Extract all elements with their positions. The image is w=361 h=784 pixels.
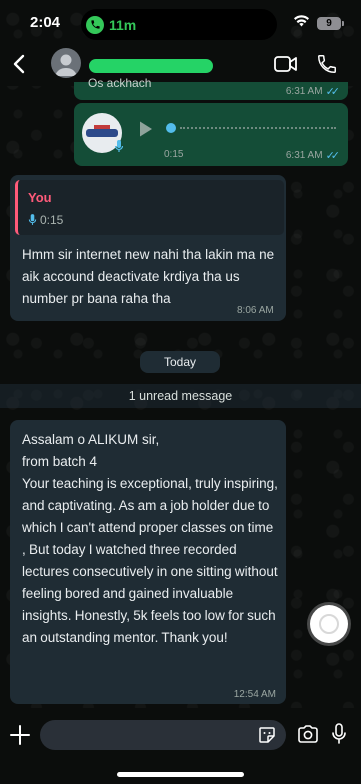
message-time: 6:31 AM (285, 86, 323, 97)
call-duration: 11m (109, 16, 137, 33)
outgoing-message[interactable]: Os ackhach 6:31 AM ✓✓ (74, 76, 348, 100)
voice-message[interactable]: 0:15 6:31 AM ✓✓ (74, 103, 348, 166)
unread-banner-label: 1 unread message (128, 389, 233, 403)
message-text: Hmm sir internet new nahi tha lakin ma n… (22, 247, 275, 306)
message-meta: 8:06 AM (237, 305, 274, 316)
video-call-icon[interactable] (273, 53, 299, 75)
mic-icon[interactable] (331, 722, 347, 746)
contact-name[interactable] (89, 59, 213, 73)
message-text: Os ackhach (88, 76, 152, 90)
quoted-author: You (28, 190, 52, 205)
voice-duration-wrap: 0:15 (164, 149, 183, 160)
unread-banner: 1 unread message (0, 384, 361, 408)
back-chevron-icon[interactable] (8, 52, 32, 76)
avatar[interactable] (51, 48, 81, 78)
message-line: from batch 4 (22, 454, 98, 469)
mic-icon (28, 213, 37, 231)
message-time: 8:06 AM (237, 305, 274, 316)
message-meta: 6:31 AM ✓✓ (286, 149, 340, 162)
status-bar: 2:04 11m 9 (0, 0, 361, 44)
quoted-message[interactable]: You 0:15 (15, 180, 284, 235)
mic-icon (114, 139, 124, 158)
read-ticks-icon: ✓✓ (325, 86, 341, 98)
incoming-message[interactable]: Assalam o ALIKUM sir, from batch 4 Your … (10, 420, 286, 704)
assistive-touch-button[interactable] (310, 605, 348, 643)
message-meta: 6:31 AM ✓✓ (286, 85, 340, 98)
phone-call-icon (86, 15, 104, 34)
assistive-touch-icon (319, 614, 339, 634)
quoted-duration: 0:15 (40, 213, 64, 227)
battery-indicator: 9 (317, 16, 344, 30)
status-time: 2:04 (30, 14, 61, 31)
message-line: Assalam o ALIKUM sir, (22, 432, 160, 447)
message-time: 6:31 AM (285, 150, 323, 161)
voice-duration: 0:15 (164, 149, 184, 160)
chat-header (0, 44, 361, 86)
message-time: 12:54 AM (233, 689, 276, 700)
date-separator-label: Today (163, 355, 197, 369)
home-indicator[interactable] (117, 772, 244, 777)
read-ticks-icon: ✓✓ (325, 150, 341, 162)
ongoing-call-indicator[interactable]: 11m (86, 14, 136, 35)
plus-icon[interactable] (9, 724, 31, 746)
message-text: Assalam o ALIKUM sir, from batch 4 Your … (22, 429, 280, 649)
phone-icon[interactable] (314, 53, 340, 75)
sticker-icon[interactable] (257, 725, 277, 745)
camera-icon[interactable] (297, 724, 319, 744)
wifi-icon (293, 14, 310, 32)
message-input[interactable] (40, 720, 286, 750)
date-separator: Today (140, 351, 220, 373)
message-body: Your teaching is exceptional, truly insp… (22, 476, 278, 645)
message-meta: 12:54 AM (234, 689, 276, 700)
play-icon[interactable] (138, 120, 154, 143)
